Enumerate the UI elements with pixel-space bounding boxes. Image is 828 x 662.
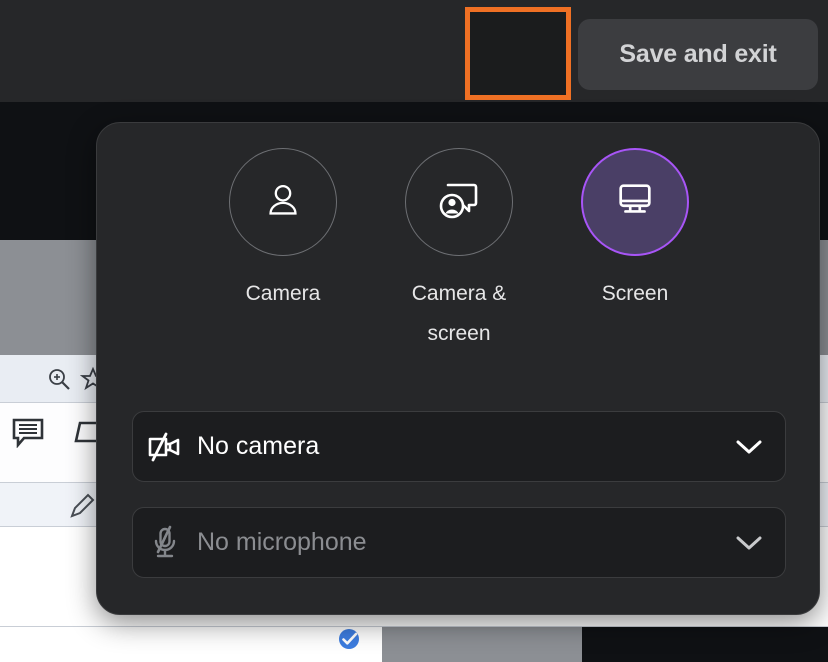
mode-label-camera: Camera xyxy=(245,282,321,305)
mode-label-screen: Screen xyxy=(601,282,669,305)
mode-option-screen[interactable]: Screen xyxy=(579,148,691,354)
top-toolbar: Save and exit xyxy=(0,0,828,102)
background-bottom-gray-block xyxy=(382,627,582,662)
camera-select[interactable]: No camera xyxy=(132,411,786,482)
save-and-exit-button[interactable]: Save and exit xyxy=(578,19,818,90)
check-circle-icon[interactable] xyxy=(337,627,361,656)
comment-icon[interactable] xyxy=(12,418,44,453)
microphone-off-icon xyxy=(133,525,197,561)
gear-button-highlight xyxy=(465,7,571,100)
camera-select-value: No camera xyxy=(197,432,320,460)
recorder-settings-panel: Camera Camera & screen Screen No camera … xyxy=(96,122,820,615)
chevron-down-icon xyxy=(713,535,785,551)
mode-option-camera-and-screen[interactable]: Camera & screen xyxy=(403,148,515,354)
camera-off-icon xyxy=(133,431,197,463)
background-bottom-dark-block xyxy=(582,627,828,662)
microphone-select-value: No microphone xyxy=(197,528,367,556)
mode-circle-camera xyxy=(229,148,337,256)
zoom-in-icon[interactable] xyxy=(46,366,72,397)
chevron-down-icon xyxy=(713,439,785,455)
mode-circle-screen xyxy=(581,148,689,256)
microphone-select[interactable]: No microphone xyxy=(132,507,786,578)
mode-label-camera-and-screen: Camera & screen xyxy=(411,282,507,345)
pencil-icon[interactable] xyxy=(68,492,96,525)
recording-mode-selector: Camera Camera & screen Screen xyxy=(97,148,821,354)
mode-circle-camera-and-screen xyxy=(405,148,513,256)
mode-option-camera[interactable]: Camera xyxy=(227,148,339,354)
monitor-icon xyxy=(612,179,658,226)
person-icon xyxy=(260,177,306,228)
person-screen-icon xyxy=(435,178,483,227)
